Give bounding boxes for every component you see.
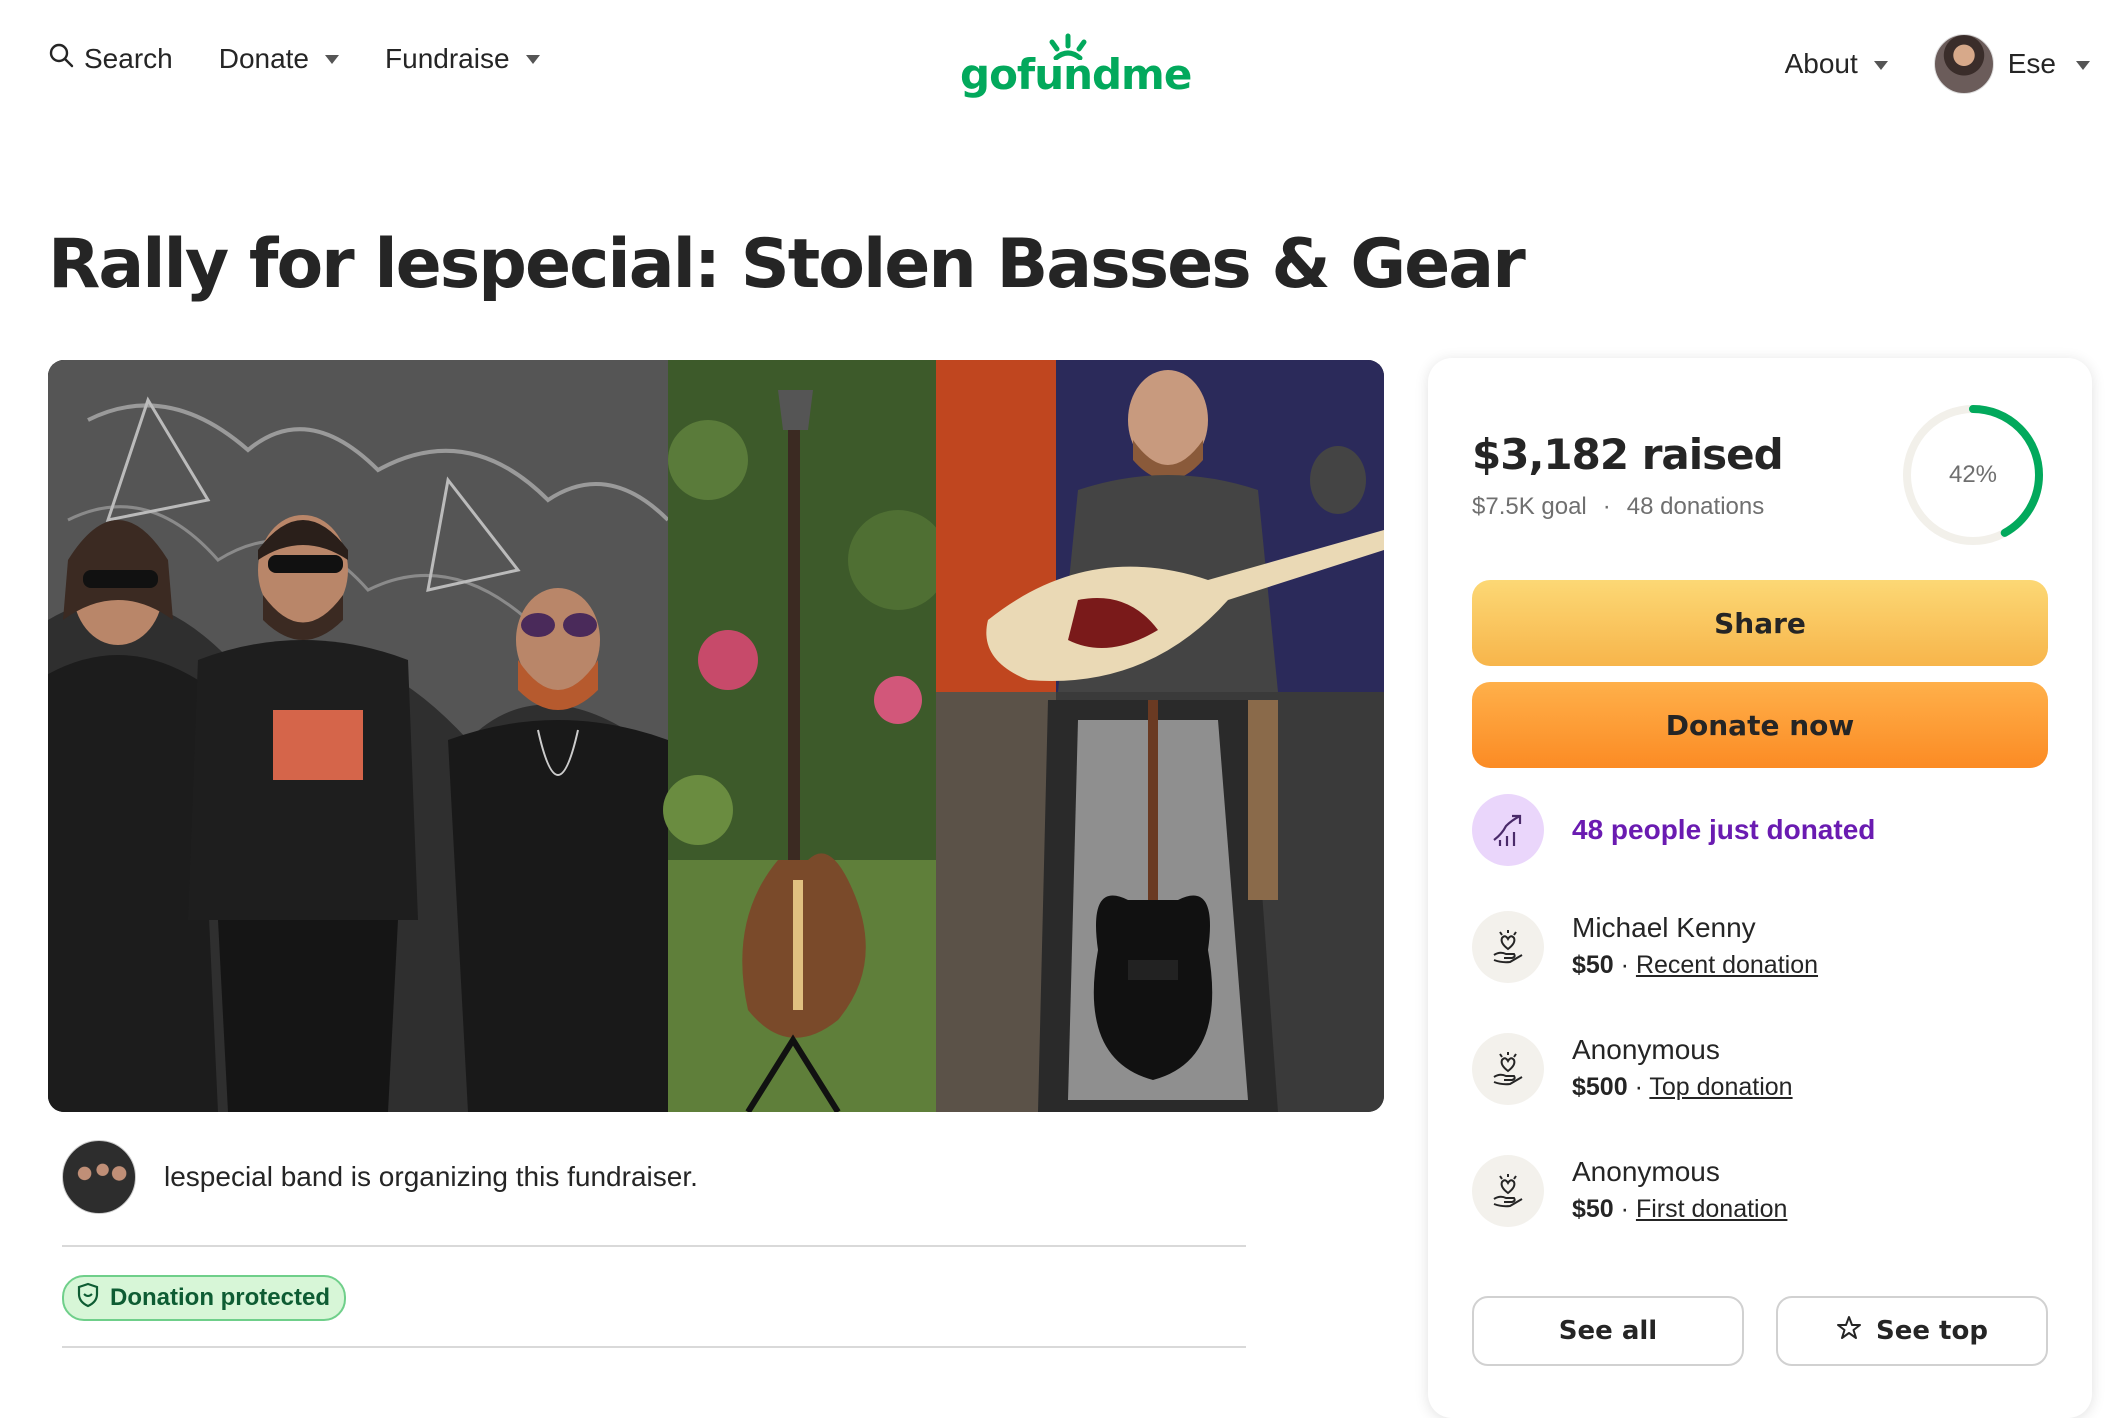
chevron-down-icon — [2076, 60, 2090, 70]
organizer-text: lespecial band is organizing this fundra… — [164, 1161, 698, 1192]
organizer-avatar[interactable] — [62, 1140, 136, 1214]
hand-heart-icon — [1472, 1033, 1544, 1105]
campaign-hero-image[interactable] — [48, 360, 1384, 1112]
donor-name: Anonymous — [1572, 1156, 1720, 1187]
share-button[interactable]: Share — [1472, 580, 2048, 666]
gofundme-logo[interactable]: gofundme — [960, 30, 1192, 100]
page-title: Rally for lespecial: Stolen Basses & Gea… — [48, 225, 1526, 304]
donation-meta: $500 · Top donation — [1572, 1068, 1793, 1106]
fundraise-menu-label: Fundraise — [385, 42, 510, 74]
see-all-button[interactable]: See all — [1472, 1296, 1744, 1366]
bass-player-photo — [936, 360, 1384, 692]
donation-meta: $50 · Recent donation — [1572, 946, 1818, 984]
donation-type-link[interactable]: First donation — [1636, 1195, 1787, 1223]
donation-item: Anonymous $50 · First donation — [1472, 1154, 1787, 1228]
recent-activity: 48 people just donated — [1472, 794, 1875, 866]
organizer-row: lespecial band is organizing this fundra… — [62, 1140, 698, 1214]
separator-dot: · — [1613, 951, 1636, 979]
donation-details: Michael Kenny $50 · Recent donation — [1572, 910, 1818, 984]
donate-menu[interactable]: Donate — [218, 42, 340, 75]
chevron-down-icon — [525, 55, 540, 64]
progress-percent: 42% — [1948, 461, 1998, 488]
donate-menu-label: Donate — [218, 42, 310, 74]
donor-name: Anonymous — [1572, 1034, 1720, 1065]
donation-protected-badge[interactable]: Donation protected — [62, 1275, 346, 1321]
donor-name: Michael Kenny — [1572, 912, 1756, 943]
donation-card: $3,182 raised $7.5K goal · 48 donations … — [1428, 358, 2092, 1418]
donation-amount: $50 — [1572, 1195, 1614, 1223]
user-avatar — [1933, 34, 1994, 94]
donations-count: 48 donations — [1626, 493, 1765, 520]
amount-raised: $3,182 raised — [1472, 430, 1784, 479]
progress-ring: 42% — [1898, 400, 2048, 550]
see-top-label: See top — [1876, 1316, 1988, 1346]
donation-item: Michael Kenny $50 · Recent donation — [1472, 910, 1818, 984]
search-label: Search — [84, 42, 173, 74]
hand-heart-icon — [1472, 911, 1544, 983]
separator-dot: · — [1613, 1195, 1636, 1223]
donation-item: Anonymous $500 · Top donation — [1472, 1032, 1793, 1106]
goal-line: $7.5K goal · 48 donations — [1472, 493, 1764, 521]
nav-right: About Ese — [1785, 34, 2090, 94]
separator-dot: · — [1602, 493, 1611, 520]
nav-left: Search Donate Fundraise — [48, 42, 540, 75]
donation-meta: $50 · First donation — [1572, 1190, 1787, 1228]
see-top-button[interactable]: See top — [1776, 1296, 2048, 1366]
user-name: Ese — [2007, 48, 2056, 79]
band-photo — [48, 360, 670, 1112]
see-all-label: See all — [1558, 1316, 1658, 1346]
donation-details: Anonymous $500 · Top donation — [1572, 1032, 1793, 1106]
user-menu[interactable]: Ese — [1933, 34, 2090, 94]
black-bass-photo — [936, 692, 1384, 1112]
about-menu-label: About — [1784, 48, 1858, 79]
donation-type-link[interactable]: Recent donation — [1636, 951, 1818, 979]
donation-amount: $50 — [1572, 951, 1614, 979]
donate-now-button[interactable]: Donate now — [1472, 682, 2048, 768]
donation-type-link[interactable]: Top donation — [1649, 1073, 1792, 1101]
donation-protected-label: Donation protected — [110, 1284, 330, 1311]
people-just-donated: 48 people just donated — [1572, 814, 1876, 845]
fundraise-menu[interactable]: Fundraise — [385, 43, 540, 75]
top-navigation: Search Donate Fundraise gofundme About E… — [0, 0, 2124, 130]
star-icon — [1836, 1315, 1862, 1348]
goal-amount: $7.5K goal — [1472, 493, 1587, 520]
donation-amount: $500 — [1572, 1073, 1628, 1101]
separator-dot: · — [1627, 1073, 1650, 1101]
search-button[interactable]: Search — [48, 42, 173, 75]
shield-icon — [76, 1282, 100, 1315]
divider — [62, 1245, 1246, 1247]
chevron-down-icon — [1873, 60, 1888, 70]
search-icon — [48, 42, 74, 75]
divider — [62, 1346, 1246, 1348]
wood-bass-photo — [663, 360, 948, 1112]
hand-heart-icon — [1472, 1155, 1544, 1227]
donation-details: Anonymous $50 · First donation — [1572, 1154, 1787, 1228]
about-menu[interactable]: About — [1785, 48, 1888, 80]
chevron-down-icon — [325, 55, 340, 64]
trending-up-icon — [1472, 794, 1544, 866]
logo-text: gofundme — [960, 50, 1192, 99]
